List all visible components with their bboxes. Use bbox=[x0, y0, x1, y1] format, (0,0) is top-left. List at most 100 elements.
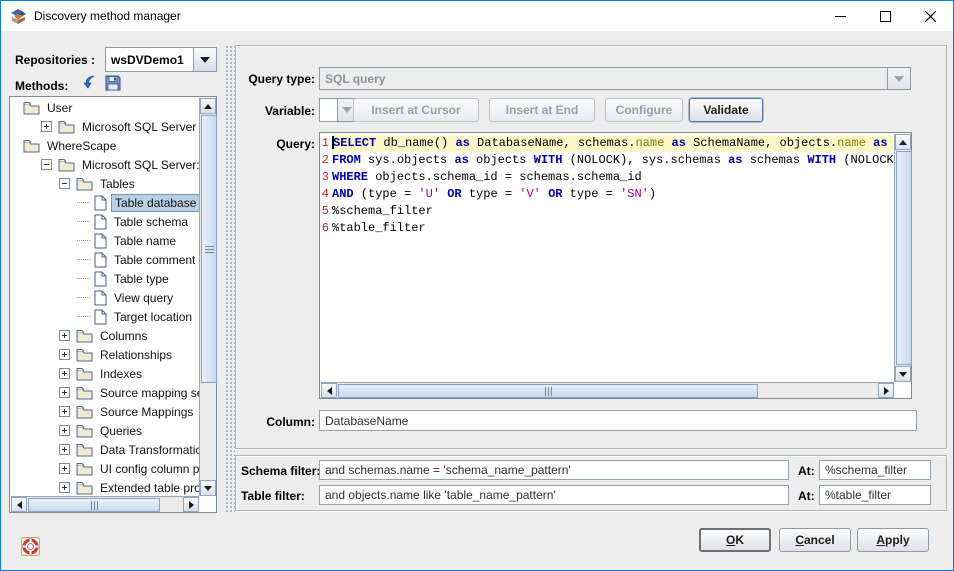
tree-item-label: Table name bbox=[111, 233, 179, 249]
tree-item-label: Tables bbox=[97, 176, 138, 192]
save-icon[interactable] bbox=[104, 74, 122, 97]
tree-item-label: Columns bbox=[97, 328, 150, 344]
schema-filter-at-field[interactable]: %schema_filter bbox=[819, 460, 931, 480]
tree-connector bbox=[77, 316, 90, 317]
tree-scroll-up-button[interactable] bbox=[200, 98, 216, 114]
folder-icon bbox=[76, 367, 93, 381]
repositories-dropdown[interactable]: wsDVDemo1 bbox=[105, 47, 217, 72]
cancel-button[interactable]: Cancel bbox=[779, 528, 851, 552]
help-icon[interactable] bbox=[21, 537, 40, 561]
tree-item[interactable]: Source Mappings bbox=[11, 402, 199, 421]
sql-line-text: %table_filter bbox=[332, 220, 893, 237]
tree-item[interactable]: WhereScape bbox=[11, 136, 199, 155]
line-number: 3 bbox=[321, 169, 332, 186]
validate-button[interactable]: Validate bbox=[689, 98, 763, 122]
editor-vertical-scrollbar[interactable] bbox=[894, 134, 911, 382]
query-editor[interactable]: 1SELECT db_name() as DatabaseName, schem… bbox=[319, 132, 912, 399]
tree-item[interactable]: Microsoft SQL Server: 9.0 - bbox=[11, 155, 199, 174]
expand-icon[interactable] bbox=[59, 463, 70, 474]
tree-item[interactable]: Extended table propert bbox=[11, 478, 199, 496]
query-type-value: SQL query bbox=[320, 68, 887, 89]
folder-icon bbox=[76, 329, 93, 343]
editor-vertical-scrollbar-thumb[interactable] bbox=[896, 151, 912, 365]
expand-icon[interactable] bbox=[41, 121, 52, 132]
tree-item[interactable]: Table comment bbox=[11, 250, 199, 269]
tree-vertical-scrollbar-thumb[interactable] bbox=[201, 115, 217, 383]
document-icon bbox=[94, 309, 107, 325]
tree-item[interactable]: Data Transformations bbox=[11, 440, 199, 459]
expand-icon[interactable] bbox=[59, 482, 70, 493]
repositories-dropdown-arrow[interactable] bbox=[193, 48, 216, 71]
expand-icon[interactable] bbox=[59, 330, 70, 341]
insert-at-end-button[interactable]: Insert at End bbox=[489, 98, 595, 122]
insert-at-cursor-button[interactable]: Insert at Cursor bbox=[353, 98, 479, 122]
editor-horizontal-scrollbar[interactable] bbox=[321, 382, 894, 398]
tree-vertical-scrollbar[interactable] bbox=[199, 98, 216, 496]
close-button[interactable] bbox=[908, 1, 953, 31]
table-filter-at-field[interactable]: %table_filter bbox=[819, 485, 931, 505]
tree-item[interactable]: Table database bbox=[11, 193, 199, 212]
expand-icon[interactable] bbox=[59, 444, 70, 455]
tree-item-label: Table database bbox=[111, 194, 199, 212]
tree-item[interactable]: Tables bbox=[11, 174, 199, 193]
editor-scroll-right-button[interactable] bbox=[878, 383, 894, 398]
query-editor-code[interactable]: 1SELECT db_name() as DatabaseName, schem… bbox=[321, 135, 893, 381]
query-label: Query: bbox=[219, 137, 315, 151]
editor-horizontal-scrollbar-thumb[interactable] bbox=[338, 384, 758, 398]
tree-scroll-left-button[interactable] bbox=[11, 497, 27, 512]
tree-item[interactable]: Table schema bbox=[11, 212, 199, 231]
maximize-button[interactable] bbox=[863, 1, 908, 31]
tree-item[interactable]: Queries bbox=[11, 421, 199, 440]
expand-icon[interactable] bbox=[59, 368, 70, 379]
tree-item[interactable]: Columns bbox=[11, 326, 199, 345]
folder-icon bbox=[23, 139, 40, 153]
expand-icon[interactable] bbox=[59, 387, 70, 398]
column-field[interactable]: DatabaseName bbox=[319, 410, 917, 431]
line-number: 1 bbox=[321, 135, 332, 152]
folder-icon bbox=[76, 462, 93, 476]
collapse-icon[interactable] bbox=[59, 178, 70, 189]
tree-item-label: Source mapping sets bbox=[97, 385, 199, 401]
folder-icon bbox=[58, 158, 75, 172]
tree-connector bbox=[77, 297, 90, 298]
folder-icon bbox=[76, 348, 93, 362]
editor-scroll-left-button[interactable] bbox=[321, 383, 337, 398]
table-filter-field[interactable]: and objects.name like 'table_name_patter… bbox=[319, 485, 789, 505]
tree-item-label: Relationships bbox=[97, 347, 175, 363]
editor-scroll-up-button[interactable] bbox=[895, 134, 911, 150]
document-icon bbox=[94, 214, 107, 230]
tree-item-label: Microsoft SQL Server HS: 9 bbox=[79, 119, 199, 135]
tree-item[interactable]: UI config column prope bbox=[11, 459, 199, 478]
tree-horizontal-scrollbar-thumb[interactable] bbox=[28, 498, 160, 512]
tree-scroll-down-button[interactable] bbox=[200, 480, 216, 496]
tree-item-label: WhereScape bbox=[44, 138, 119, 154]
tree-item[interactable]: Table name bbox=[11, 231, 199, 250]
editor-scroll-down-button[interactable] bbox=[895, 366, 911, 382]
expand-icon[interactable] bbox=[59, 349, 70, 360]
expand-icon[interactable] bbox=[59, 425, 70, 436]
configure-button[interactable]: Configure bbox=[605, 98, 683, 122]
tree-item-label: Extended table propert bbox=[97, 480, 199, 496]
apply-button[interactable]: Apply bbox=[857, 528, 929, 552]
variable-dropdown[interactable] bbox=[319, 98, 357, 122]
tree-item-label: Table schema bbox=[111, 214, 191, 230]
collapse-icon[interactable] bbox=[41, 159, 52, 170]
refresh-icon[interactable] bbox=[81, 74, 98, 97]
ok-button[interactable]: OK bbox=[699, 528, 771, 552]
tree-item[interactable]: Relationships bbox=[11, 345, 199, 364]
document-icon bbox=[94, 233, 107, 249]
tree-item[interactable]: Indexes bbox=[11, 364, 199, 383]
expand-icon[interactable] bbox=[59, 406, 70, 417]
tree-scroll-right-button[interactable] bbox=[183, 497, 199, 512]
tree-item[interactable]: Microsoft SQL Server HS: 9 bbox=[11, 117, 199, 136]
tree-item-label: UI config column prope bbox=[97, 461, 199, 477]
tree-item[interactable]: View query bbox=[11, 288, 199, 307]
query-type-dropdown[interactable]: SQL query bbox=[319, 67, 911, 90]
tree-item[interactable]: Table type bbox=[11, 269, 199, 288]
tree-item[interactable]: User bbox=[11, 98, 199, 117]
minimize-button[interactable] bbox=[818, 1, 863, 31]
schema-filter-field[interactable]: and schemas.name = 'schema_name_pattern' bbox=[319, 460, 789, 480]
tree-horizontal-scrollbar[interactable] bbox=[11, 496, 199, 512]
tree-item[interactable]: Source mapping sets bbox=[11, 383, 199, 402]
tree-item[interactable]: Target location bbox=[11, 307, 199, 326]
